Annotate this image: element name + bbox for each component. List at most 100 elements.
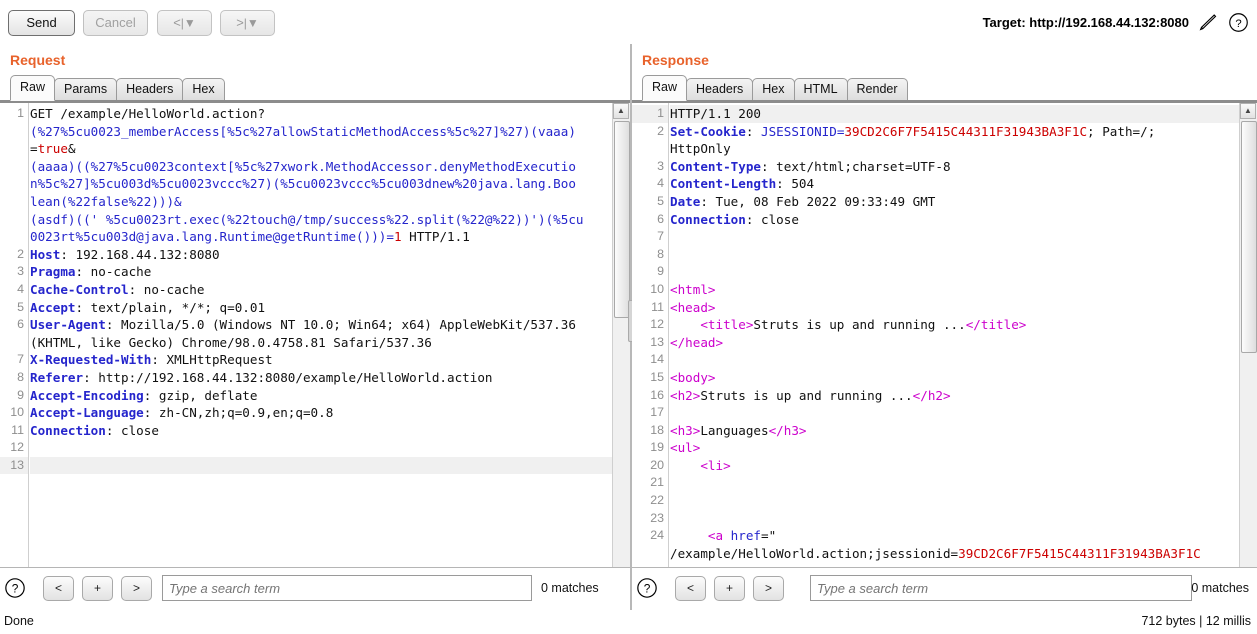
line-number: 13: [0, 456, 28, 475]
send-button[interactable]: Send: [8, 10, 75, 36]
line-number: 16: [650, 387, 664, 402]
code-token: <ul>: [670, 440, 701, 456]
request-raw-text[interactable]: GET /example/HelloWorld.action? (%27%5cu0…: [30, 105, 613, 608]
code-token: : text/html;charset=UTF-8: [761, 158, 951, 174]
question-icon[interactable]: ?: [636, 577, 658, 599]
code-token: Accept: [30, 299, 76, 315]
line-number: 23: [650, 510, 664, 525]
code-token: =": [761, 528, 777, 544]
response-editor[interactable]: 12 3 4 5 6 7 8 9 10 11 12 13 14 15 16 17 18 19 20 21 22 23 24…: [632, 102, 1257, 608]
line-number: 7: [17, 352, 24, 367]
request-search-prev-button[interactable]: <: [43, 576, 74, 601]
repeater-window: Send Cancel <|▼ >|▼ Target: http://192.1…: [0, 0, 1257, 634]
line-number: [0, 334, 28, 352]
line-number: 10: [10, 405, 24, 420]
code-token: : Tue, 08 Feb 2022 09:33:49 GMT: [700, 193, 936, 209]
line-number: [0, 175, 28, 193]
request-tab-params[interactable]: Params: [54, 78, 118, 101]
code-token: Languages: [700, 422, 769, 438]
nav-forward-button[interactable]: >|▼: [220, 10, 275, 36]
code-token: href: [730, 528, 762, 544]
code-line: Connection: close: [30, 422, 613, 440]
request-editor[interactable]: 1 2 3 4 5 6 7 8 9 10 11 12 13 GET /example/HelloWo…: [0, 102, 630, 608]
request-scrollbar[interactable]: ▲ ▼: [612, 103, 630, 608]
code-token: <li>: [670, 457, 731, 473]
request-title: Request: [10, 52, 66, 68]
code-token: Struts is up and running ...: [753, 317, 966, 333]
nav-back-dropdown-icon[interactable]: |▼: [181, 11, 196, 35]
request-tab-hex[interactable]: Hex: [182, 78, 225, 101]
code-line: Content-Length: 504: [670, 175, 1240, 193]
line-number: 4: [17, 281, 24, 296]
pencil-icon[interactable]: [1198, 12, 1219, 33]
response-scrollbar[interactable]: ▲ ▼: [1239, 103, 1257, 608]
line-number: 11: [651, 299, 664, 314]
code-token: /example/HelloWorld.action;jsessionid=: [670, 545, 959, 561]
code-line: (KHTML, like Gecko) Chrome/98.0.4758.81 …: [30, 334, 613, 352]
line-number: 24: [650, 528, 664, 543]
request-scroll-thumb[interactable]: [614, 121, 630, 318]
code-line: lean(%22false%22)))&: [30, 193, 613, 211]
question-icon[interactable]: ?: [1228, 12, 1249, 33]
response-tab-headers[interactable]: Headers: [686, 78, 754, 101]
code-token: User-Agent: [30, 317, 106, 333]
response-tab-hex[interactable]: Hex: [752, 78, 795, 101]
response-search-bar: ? < + > 0 matches: [632, 567, 1257, 610]
response-raw-text[interactable]: HTTP/1.1 200 Set-Cookie: JSESSIONID=39CD2…: [670, 105, 1240, 608]
line-number: 20: [650, 457, 664, 472]
line-number: 7: [657, 229, 664, 244]
code-token: :: [745, 123, 761, 139]
response-search-input[interactable]: [810, 575, 1192, 601]
question-icon[interactable]: ?: [4, 577, 26, 599]
code-line: Accept: text/plain, */*; q=0.01: [30, 299, 613, 317]
line-number: 9: [657, 264, 664, 279]
response-search-add-button[interactable]: +: [714, 576, 745, 601]
code-line: =true&: [30, 140, 613, 158]
nav-forward-dropdown-icon[interactable]: |▼: [244, 11, 259, 35]
response-tab-raw[interactable]: Raw: [642, 75, 688, 101]
code-token: : zh-CN,zh;q=0.9,en;q=0.8: [143, 405, 334, 421]
request-search-add-button[interactable]: +: [82, 576, 113, 601]
request-tab-raw[interactable]: Raw: [10, 75, 56, 101]
response-tab-render[interactable]: Render: [846, 78, 908, 101]
target-label: Target: http://192.168.44.132:8080: [982, 15, 1189, 30]
line-number: 12: [650, 317, 664, 332]
line-number: 3: [657, 158, 664, 173]
request-tabs: Raw Params Headers Hex: [10, 75, 225, 101]
line-number: 2: [17, 246, 24, 261]
request-search-input[interactable]: [162, 575, 532, 601]
code-token: n%5c%27]%5cu003d%5cu0023vccc%27)(%5cu002…: [30, 176, 576, 192]
response-scroll-thumb[interactable]: [1241, 121, 1257, 353]
line-number: 1: [17, 106, 24, 120]
code-token: </h3>: [768, 422, 807, 438]
nav-back-button[interactable]: <|▼: [157, 10, 212, 36]
code-line: 0023rt%5cu003d@java.lang.Runtime@getRunt…: [30, 228, 613, 246]
top-toolbar: Send Cancel <|▼ >|▼ Target: http://192.1…: [0, 0, 1257, 44]
code-token: Connection: [670, 211, 746, 227]
code-token: true: [37, 141, 68, 157]
line-number: 2: [657, 123, 664, 138]
line-number: [0, 123, 28, 141]
scroll-up-icon[interactable]: ▲: [613, 103, 629, 119]
code-line: −<head>: [670, 299, 1240, 317]
response-tab-html[interactable]: HTML: [793, 78, 848, 101]
code-token: lean(%22false%22)))&: [30, 193, 182, 209]
code-line: Accept-Encoding: gzip, deflate: [30, 387, 613, 405]
request-tab-headers[interactable]: Headers: [116, 78, 184, 101]
code-token: (aaaa)((%27%5cu0023context[%5c%27xwork.M…: [30, 158, 576, 174]
line-number: 21: [650, 475, 664, 490]
code-token: Host: [30, 246, 61, 262]
response-match-count: 0 matches: [1191, 581, 1249, 595]
cancel-button: Cancel: [83, 10, 148, 36]
request-search-next-button[interactable]: >: [121, 576, 152, 601]
svg-text:?: ?: [1235, 18, 1241, 30]
response-search-prev-button[interactable]: <: [675, 576, 706, 601]
code-token: <body>: [670, 369, 716, 385]
code-token: 39CD2C6F7F5415C44311F31943BA3F1C: [844, 123, 1088, 139]
scroll-up-icon[interactable]: ▲: [1240, 103, 1256, 119]
response-search-next-button[interactable]: >: [753, 576, 784, 601]
